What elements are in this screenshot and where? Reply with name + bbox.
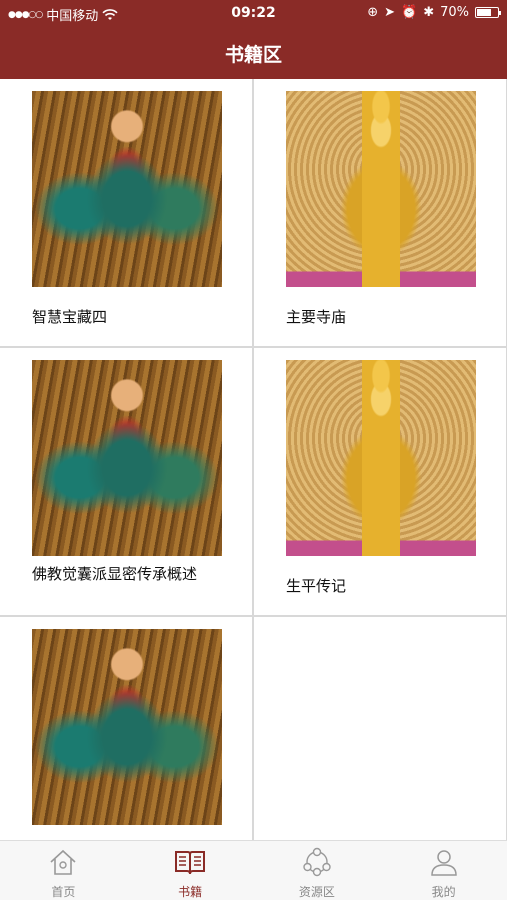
alarm-icon: ⏰ [401, 5, 418, 20]
page-title: 书籍区 [224, 44, 282, 66]
status-bar: ●●●○○ 中国移动 09:22 ⊕ ➤ ⏰ ✱ 70% [0, 0, 507, 26]
tab-books[interactable]: 书籍 [127, 841, 254, 900]
book-cover-image [286, 91, 476, 287]
book-card[interactable]: 主要寺庙 [254, 79, 506, 346]
tab-label: 资源区 [298, 885, 335, 899]
book-title: 生平传记 [286, 577, 347, 595]
tab-label: 书籍 [178, 885, 203, 899]
bluetooth-icon: ✱ [423, 5, 435, 20]
book-cover-image [32, 91, 222, 287]
lock-rotation-icon: ⊕ [367, 5, 379, 20]
header: ●●●○○ 中国移动 09:22 ⊕ ➤ ⏰ ✱ 70% 书籍区 [0, 0, 507, 79]
tab-home[interactable]: 首页 [0, 841, 127, 900]
tab-label: 首页 [51, 885, 76, 899]
tab-me[interactable]: 我的 [380, 841, 507, 900]
book-card[interactable]: 智慧宝藏四 [0, 79, 252, 346]
tab-bar: 首页 书籍 资源区 我的 [0, 840, 507, 900]
book-card[interactable] [0, 617, 252, 840]
battery-percent: 70% [440, 5, 469, 20]
resources-icon [303, 847, 331, 877]
user-icon [430, 850, 457, 876]
tab-resources[interactable]: 资源区 [254, 841, 381, 900]
book-title: 智慧宝藏四 [32, 308, 108, 326]
location-icon: ➤ [384, 5, 395, 20]
book-icon [175, 851, 206, 875]
book-grid: 智慧宝藏四 主要寺庙 佛教觉囊派显密传承概述 生平传记 [0, 79, 507, 840]
tab-label: 我的 [431, 885, 456, 899]
book-cover-image [32, 360, 222, 556]
home-icon [50, 849, 76, 875]
battery-icon [475, 7, 501, 18]
book-title: 主要寺庙 [286, 308, 347, 326]
book-card[interactable]: 生平传记 [254, 348, 506, 615]
book-card[interactable]: 佛教觉囊派显密传承概述 [0, 348, 252, 615]
book-cover-image [286, 360, 476, 556]
book-title: 佛教觉囊派显密传承概述 [32, 565, 198, 583]
empty-cell [254, 617, 506, 840]
book-cover-image [32, 629, 222, 825]
battery-fill [477, 9, 491, 16]
